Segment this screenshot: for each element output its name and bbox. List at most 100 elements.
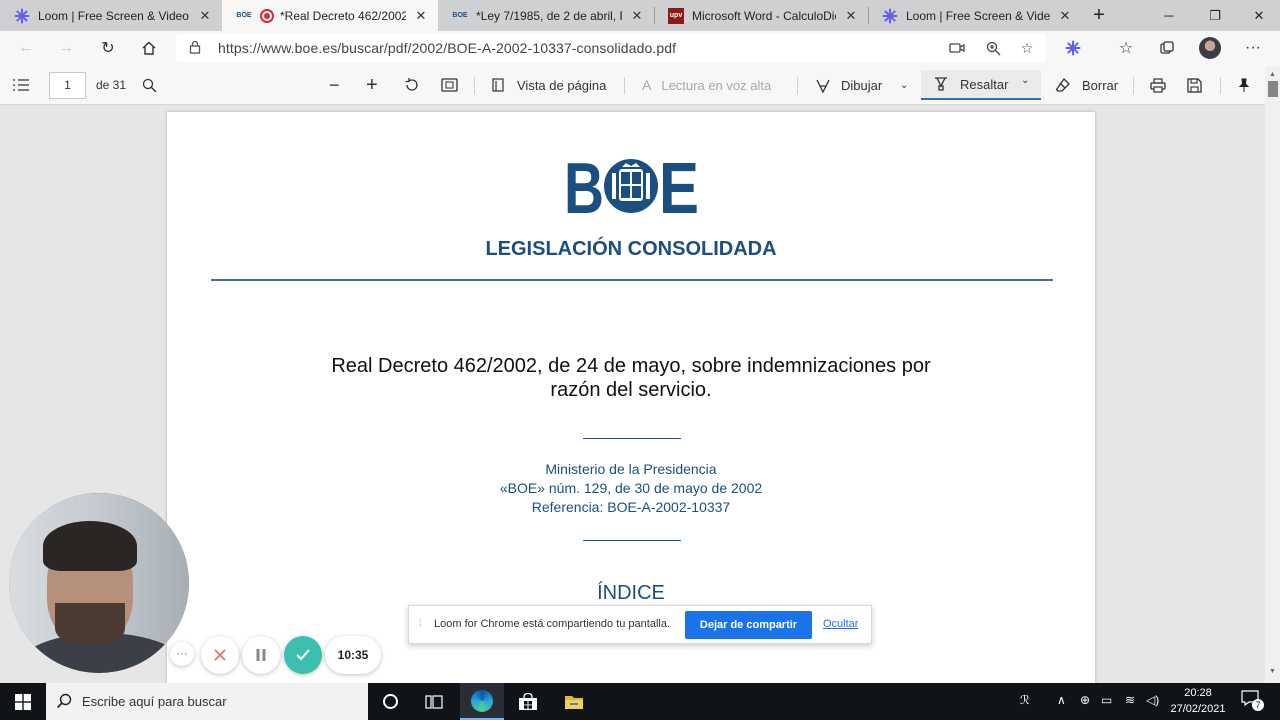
webcam-bubble[interactable] xyxy=(9,493,189,673)
draw-button[interactable]: Dibujar xyxy=(815,73,882,97)
tab-real-decreto[interactable]: BOE *Real Decreto 462/2002, c ✕ xyxy=(222,0,438,31)
vertical-scrollbar[interactable]: ▲ ▼ xyxy=(1265,67,1280,683)
tab-title: *Real Decreto 462/2002, c xyxy=(280,8,406,23)
toolbar-divider xyxy=(797,77,798,94)
pause-recording-button[interactable] xyxy=(242,636,280,674)
video-icon[interactable] xyxy=(948,40,966,56)
more-options-icon[interactable]: ··· xyxy=(1239,35,1267,61)
battery-icon[interactable]: ▭ xyxy=(1101,693,1112,707)
loom-more-options-button[interactable]: ··· xyxy=(170,642,194,666)
close-window-icon[interactable]: ✕ xyxy=(1236,0,1280,31)
recording-icon xyxy=(260,8,274,23)
finish-recording-button[interactable] xyxy=(284,636,322,674)
cancel-recording-button[interactable] xyxy=(201,636,239,674)
page-number-input[interactable]: 1 xyxy=(49,72,86,99)
loom-extension-icon[interactable] xyxy=(1059,35,1087,61)
upv-favicon: upv xyxy=(668,7,684,24)
check-icon xyxy=(296,649,310,661)
address-bar[interactable]: https://www.boe.es/buscar/pdf/2002/BOE-A… xyxy=(176,34,1046,62)
tab-loom-1[interactable]: Loom | Free Screen & Video Re ✕ xyxy=(0,0,222,31)
notification-center-icon[interactable]: 7 xyxy=(1241,690,1265,712)
highlight-chevron-down-icon[interactable]: ⌄ xyxy=(1021,75,1029,86)
highlighter-icon xyxy=(933,76,949,95)
title-divider xyxy=(583,438,681,439)
toolbar-divider xyxy=(624,77,625,94)
url-text[interactable]: https://www.boe.es/buscar/pdf/2002/BOE-A… xyxy=(218,40,676,56)
file-explorer-icon[interactable] xyxy=(552,683,596,720)
ministry: Ministerio de la Presidencia xyxy=(545,461,717,477)
tab-ley-7-1985[interactable]: BOE *Ley 7/1985, de 2 de abril, Reg ✕ xyxy=(438,0,654,31)
refresh-icon[interactable]: ↻ xyxy=(94,35,122,61)
pin-toolbar-icon[interactable] xyxy=(1234,73,1254,97)
home-icon[interactable] xyxy=(135,35,163,61)
pdf-toolbar: 1 de 31 − + Vista de página A Lectura en… xyxy=(0,65,1280,105)
windows-taskbar: Escribe aquí para buscar ℛ ∧ ⊕ ▭ ≋ ◁) 20… xyxy=(0,683,1280,720)
system-clock[interactable]: 20:28 27/02/2021 xyxy=(1160,685,1236,717)
hide-link[interactable]: Ocultar xyxy=(823,618,858,630)
page-view-button[interactable]: Vista de página xyxy=(491,73,606,97)
erase-button[interactable]: Borrar xyxy=(1055,73,1118,97)
edge-taskbar-icon[interactable] xyxy=(460,683,504,720)
scroll-down-icon[interactable]: ▼ xyxy=(1269,668,1276,675)
toolbar-divider xyxy=(474,77,475,94)
zoom-out-icon[interactable]: − xyxy=(329,73,340,97)
table-of-contents-icon[interactable] xyxy=(12,73,30,97)
tab-loom-2[interactable]: Loom | Free Screen & Video Re ✕ xyxy=(868,0,1082,31)
lock-icon[interactable] xyxy=(188,40,202,54)
read-aloud-button[interactable]: A Lectura en voz alta xyxy=(642,73,771,97)
scrollbar-thumb[interactable] xyxy=(1268,81,1278,97)
header-divider xyxy=(211,279,1053,281)
fit-page-icon[interactable] xyxy=(441,73,458,97)
wifi-icon[interactable]: ≋ xyxy=(1125,693,1135,707)
loom-icon xyxy=(882,8,898,24)
close-tab-icon[interactable]: ✕ xyxy=(196,8,214,24)
save-icon[interactable] xyxy=(1187,73,1202,97)
highlight-label: Resaltar xyxy=(960,77,1009,92)
search-placeholder: Escribe aquí para buscar xyxy=(82,694,227,709)
document-title: Real Decreto 462/2002, de 24 de mayo, so… xyxy=(331,355,931,401)
drag-handle-icon[interactable]: ⁞ xyxy=(419,619,422,630)
minimize-icon[interactable]: ─ xyxy=(1146,0,1192,31)
toolbar-divider xyxy=(1220,77,1221,94)
favorite-add-icon[interactable]: ☆ xyxy=(1018,40,1036,56)
rotate-icon[interactable] xyxy=(404,73,420,97)
restore-icon[interactable]: ❐ xyxy=(1192,0,1238,31)
document-reference: Referencia: BOE-A-2002-10337 xyxy=(531,499,731,515)
pdf-page: B E LEGISLACIÓN CONSOLIDADA Real Decreto… xyxy=(167,112,1095,683)
task-view-icon[interactable] xyxy=(412,683,456,720)
boe-favicon: BOE xyxy=(236,12,252,19)
draw-chevron-down-icon[interactable]: ⌄ xyxy=(900,73,908,97)
store-icon[interactable] xyxy=(506,683,550,720)
taskbar-search-box[interactable]: Escribe aquí para buscar xyxy=(46,683,368,720)
pdf-viewer[interactable]: B E LEGISLACIÓN CONSOLIDADA Real Decreto… xyxy=(0,105,1265,683)
forward-arrow-icon[interactable]: → xyxy=(52,35,80,61)
close-tab-icon[interactable]: ✕ xyxy=(628,8,646,24)
start-button[interactable] xyxy=(0,683,46,720)
clock-date: 27/02/2021 xyxy=(1170,703,1226,715)
zoom-icon[interactable] xyxy=(984,40,1002,56)
new-tab-button[interactable]: + xyxy=(1082,0,1116,31)
people-icon[interactable]: ℛ xyxy=(1020,693,1030,707)
cortana-icon[interactable] xyxy=(368,683,412,720)
close-tab-icon[interactable]: ✕ xyxy=(412,8,430,24)
search-icon[interactable] xyxy=(142,73,157,97)
scroll-up-icon[interactable]: ▲ xyxy=(1269,71,1276,78)
back-arrow-icon[interactable]: ← xyxy=(12,35,40,61)
close-tab-icon[interactable]: ✕ xyxy=(1056,8,1074,24)
clock-time: 20:28 xyxy=(1184,687,1212,699)
volume-icon[interactable]: ◁) xyxy=(1146,693,1159,707)
zoom-in-icon[interactable]: + xyxy=(366,73,378,97)
show-hidden-icons-chevron-icon[interactable]: ∧ xyxy=(1057,693,1066,707)
meet-now-icon[interactable]: ⊕ xyxy=(1080,693,1090,707)
stop-sharing-button[interactable]: Dejar de compartir xyxy=(685,611,812,639)
profile-avatar[interactable] xyxy=(1196,35,1224,61)
windows-logo-icon xyxy=(15,693,31,710)
close-tab-icon[interactable]: ✕ xyxy=(842,8,860,24)
favorites-icon[interactable]: ☆ xyxy=(1112,35,1140,61)
close-icon xyxy=(214,649,226,661)
highlight-button[interactable]: Resaltar ⌄ xyxy=(921,70,1041,100)
collections-icon[interactable] xyxy=(1153,35,1181,61)
tab-strip: Loom | Free Screen & Video Re ✕ BOE *Rea… xyxy=(0,0,1280,31)
tab-microsoft-word[interactable]: upv Microsoft Word - CalculoDieta ✕ xyxy=(654,0,868,31)
print-icon[interactable] xyxy=(1150,73,1166,97)
